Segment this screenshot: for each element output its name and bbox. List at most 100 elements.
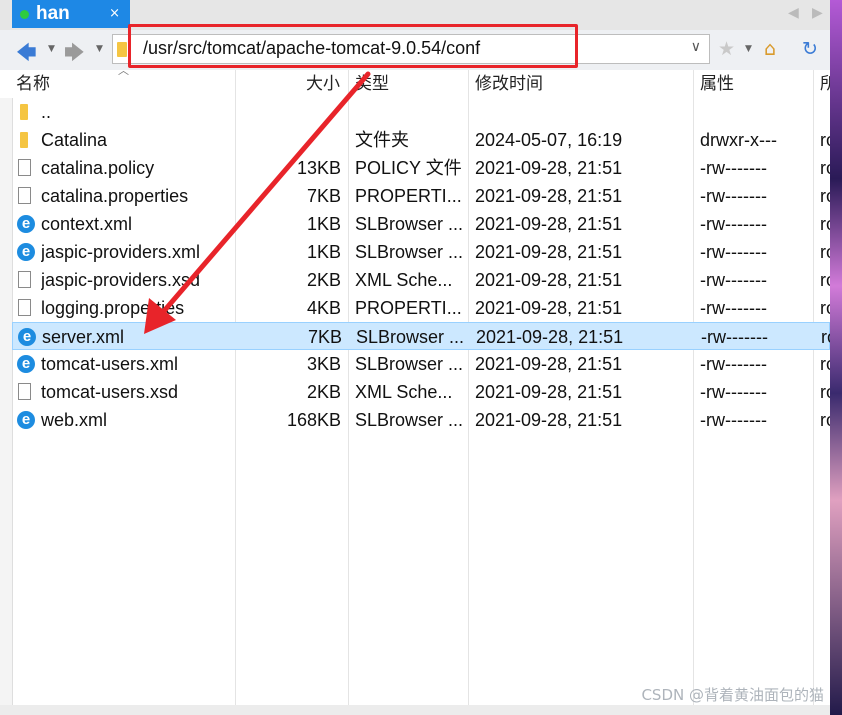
file-name: context.xml — [41, 214, 133, 234]
file-attrs: -rw------- — [700, 214, 767, 234]
file-modified: 2021-09-28, 21:51 — [476, 327, 624, 347]
back-history-icon[interactable]: ▼ — [48, 44, 55, 54]
file-type: 文件夹 — [355, 130, 409, 150]
file-attrs: -rw------- — [700, 158, 767, 178]
file-name: .. — [41, 102, 52, 122]
connected-status-icon — [20, 10, 29, 19]
file-attrs: -rw------- — [700, 270, 767, 290]
file-attrs: -rw------- — [700, 410, 767, 430]
forward-icon[interactable]: 🡆 — [64, 38, 85, 72]
file-size: 1KB — [306, 242, 341, 262]
file-name: jaspic-providers.xsd — [41, 270, 201, 290]
file-modified: 2021-09-28, 21:51 — [475, 298, 623, 318]
file-row[interactable]: .. — [12, 98, 830, 126]
file-row[interactable]: e web.xml 168KB SLBrowser ... 2021-09-28, 21… — [12, 406, 832, 434]
file-attrs: drwxr-x--- — [700, 130, 777, 150]
file-name: web.xml — [41, 410, 108, 430]
file-modified: 2021-09-28, 21:51 — [475, 214, 623, 234]
file-type: XML Sche... — [355, 382, 453, 402]
path-text: /usr/src/tomcat/apache-tomcat-9.0.54/con… — [143, 38, 481, 58]
file-icon — [18, 271, 31, 288]
bookmark-menu-icon[interactable]: ▼ — [745, 44, 752, 54]
file-modified: 2021-09-28, 21:51 — [475, 354, 623, 374]
file-size: 3KB — [306, 354, 341, 374]
file-type: XML Sche... — [355, 270, 453, 290]
chevron-down-icon[interactable]: ∨ — [691, 39, 701, 55]
file-attrs: -rw------- — [700, 242, 767, 262]
column-attrs[interactable]: 属性 — [700, 70, 734, 98]
column-modified[interactable]: 修改时间 — [475, 70, 543, 98]
file-row[interactable]: Catalina 文件夹 2024-05-07, 16:19 drwxr-x--- ro — [12, 126, 832, 154]
file-modified: 2021-09-28, 21:51 — [475, 242, 623, 262]
file-row[interactable]: jaspic-providers.xsd 2KB XML Sche... 2021-0… — [12, 266, 832, 294]
file-type: POLICY 文件 — [355, 158, 462, 178]
column-type[interactable]: 类型 — [355, 70, 389, 98]
file-icon — [18, 159, 31, 176]
tab-bar: han × ◀ ▶ — [0, 0, 830, 30]
file-row[interactable]: e server.xml 7KB SLBrowser ... 2021-09-28, 2… — [12, 322, 833, 350]
watermark: CSDN @背着黄油面包的猫 — [641, 686, 824, 704]
file-size: 7KB — [307, 327, 342, 347]
file-size: 7KB — [306, 186, 341, 206]
back-icon[interactable]: 🡄 — [16, 38, 37, 72]
column-size[interactable]: 大小 — [306, 70, 340, 98]
file-size: 2KB — [306, 382, 341, 402]
file-type: PROPERTI... — [355, 298, 462, 318]
session-tab-label: han — [36, 3, 70, 24]
browser-icon: e — [17, 215, 35, 233]
file-modified: 2024-05-07, 16:19 — [475, 130, 623, 150]
file-type: SLBrowser ... — [355, 410, 463, 430]
file-type: SLBrowser ... — [355, 242, 463, 262]
file-name: catalina.policy — [41, 158, 155, 178]
close-tab-icon[interactable]: × — [109, 6, 120, 21]
browser-icon: e — [18, 328, 36, 346]
folder-icon — [117, 42, 127, 57]
file-icon — [18, 187, 31, 204]
file-modified: 2021-09-28, 21:51 — [475, 410, 623, 430]
session-tab[interactable]: han × — [12, 0, 130, 28]
tab-scroll-left-icon[interactable]: ◀ — [788, 5, 799, 21]
file-size: 2KB — [306, 270, 341, 290]
file-attrs: -rw------- — [701, 327, 768, 347]
file-name: jaspic-providers.xml — [41, 242, 201, 262]
tab-scroll-right-icon[interactable]: ▶ — [812, 5, 823, 21]
browser-icon: e — [17, 243, 35, 261]
file-row[interactable]: e tomcat-users.xml 3KB SLBrowser ... 2021-09… — [12, 350, 832, 378]
file-row[interactable]: e context.xml 1KB SLBrowser ... 2021-09-28, … — [12, 210, 832, 238]
folder-icon — [20, 132, 28, 148]
path-input[interactable]: /usr/src/tomcat/apache-tomcat-9.0.54/con… — [112, 34, 710, 64]
column-name[interactable]: 名称 — [16, 70, 50, 98]
file-name: tomcat-users.xml — [41, 354, 179, 374]
file-name: catalina.properties — [41, 186, 189, 206]
sort-ascending-icon: ︿ — [118, 64, 129, 77]
file-attrs: -rw------- — [700, 186, 767, 206]
file-icon — [18, 299, 31, 316]
file-row[interactable]: tomcat-users.xsd 2KB XML Sche... 2021-09-28… — [12, 378, 832, 406]
file-row[interactable]: catalina.properties 7KB PROPERTI... 2021-09… — [12, 182, 832, 210]
star-icon[interactable]: ★ — [718, 38, 735, 60]
background-wallpaper — [830, 0, 842, 715]
file-size: 13KB — [296, 158, 341, 178]
refresh-icon[interactable]: ↻ — [802, 38, 818, 60]
file-icon — [18, 383, 31, 400]
file-row[interactable]: catalina.policy 13KB POLICY 文件 2021-09-28, … — [12, 154, 832, 182]
file-list: .. Catalina 文件夹 2024-05-07, 16:19 drwxr-x---… — [12, 98, 833, 434]
file-type: PROPERTI... — [355, 186, 462, 206]
file-type: SLBrowser ... — [356, 327, 464, 347]
file-type: SLBrowser ... — [355, 214, 463, 234]
file-attrs: -rw------- — [700, 354, 767, 374]
file-size: 1KB — [306, 214, 341, 234]
file-row[interactable]: e jaspic-providers.xml 1KB SLBrowser ... 202… — [12, 238, 832, 266]
file-modified: 2021-09-28, 21:51 — [475, 382, 623, 402]
file-modified: 2021-09-28, 21:51 — [475, 158, 623, 178]
file-name: logging.properties — [41, 298, 185, 318]
file-row[interactable]: logging.properties 4KB PROPERTI... 2021-09-… — [12, 294, 832, 322]
folder-icon — [20, 104, 28, 120]
file-modified: 2021-09-28, 21:51 — [475, 186, 623, 206]
file-modified: 2021-09-28, 21:51 — [475, 270, 623, 290]
file-size: 4KB — [306, 298, 341, 318]
horizontal-scrollbar[interactable] — [0, 705, 830, 715]
forward-history-icon[interactable]: ▼ — [96, 44, 103, 54]
file-name: Catalina — [41, 130, 108, 150]
home-icon[interactable]: ⌂ — [764, 38, 776, 60]
